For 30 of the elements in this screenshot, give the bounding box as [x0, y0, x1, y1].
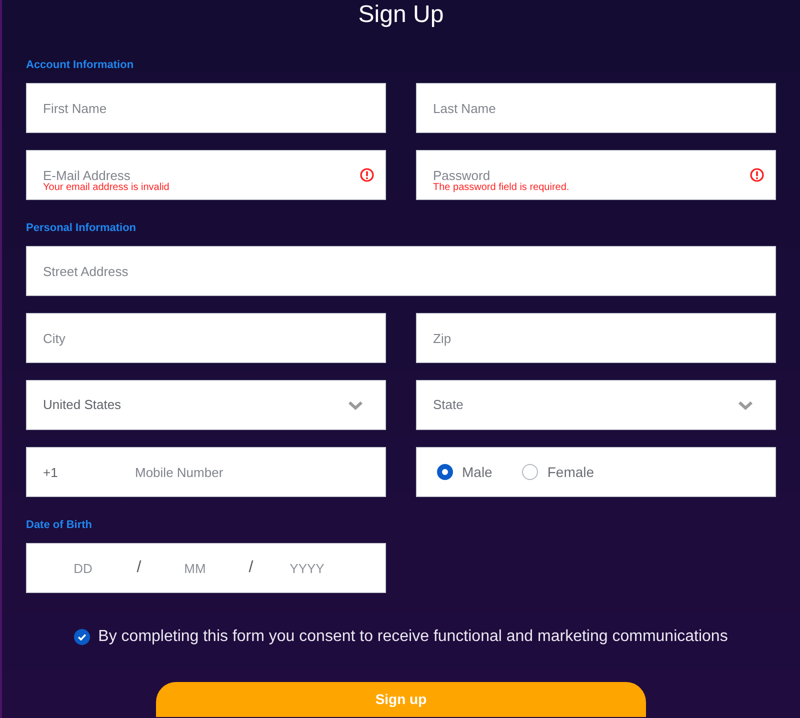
input-field[interactable]: First Name [26, 83, 386, 133]
dropdown[interactable]: State [416, 380, 776, 430]
phone-field[interactable]: +1 Mobile Number [26, 447, 386, 497]
error-icon [360, 168, 374, 182]
input-field[interactable]: Zip [416, 313, 776, 363]
radio-option[interactable]: Female [522, 462, 594, 482]
section-heading: Account Information [26, 58, 135, 72]
phone-number-input[interactable]: Mobile Number [135, 462, 369, 482]
consent-text: By completing this form you consent to receive functional and marketing communications [98, 627, 728, 647]
date-field[interactable]: DD / MM / YYYY [26, 543, 386, 593]
error-icon [750, 168, 764, 182]
date-part-input[interactable]: DD [43, 558, 123, 578]
date-separator: / [248, 558, 254, 578]
section-heading: Date of Birth [26, 518, 93, 532]
section-heading: Personal Information [26, 221, 138, 235]
chevron-down-icon [348, 400, 363, 410]
error-message: The password field is required. [433, 182, 570, 194]
chevron-down-icon [738, 400, 753, 410]
input-field[interactable]: City [26, 313, 386, 363]
date-part-input[interactable]: MM [155, 558, 235, 578]
country-code-input[interactable]: +1 [43, 462, 135, 482]
radio-option[interactable]: Male [437, 462, 492, 482]
checkbox-icon[interactable] [74, 629, 90, 645]
date-separator: / [136, 558, 142, 578]
page-title: Sign Up [357, 0, 445, 30]
input-field[interactable]: Last Name [416, 83, 776, 133]
error-message: Your email address is invalid [43, 182, 170, 194]
input-field[interactable]: Street Address [26, 246, 776, 296]
dropdown[interactable]: United States [26, 380, 386, 430]
date-part-input[interactable]: YYYY [267, 558, 347, 578]
